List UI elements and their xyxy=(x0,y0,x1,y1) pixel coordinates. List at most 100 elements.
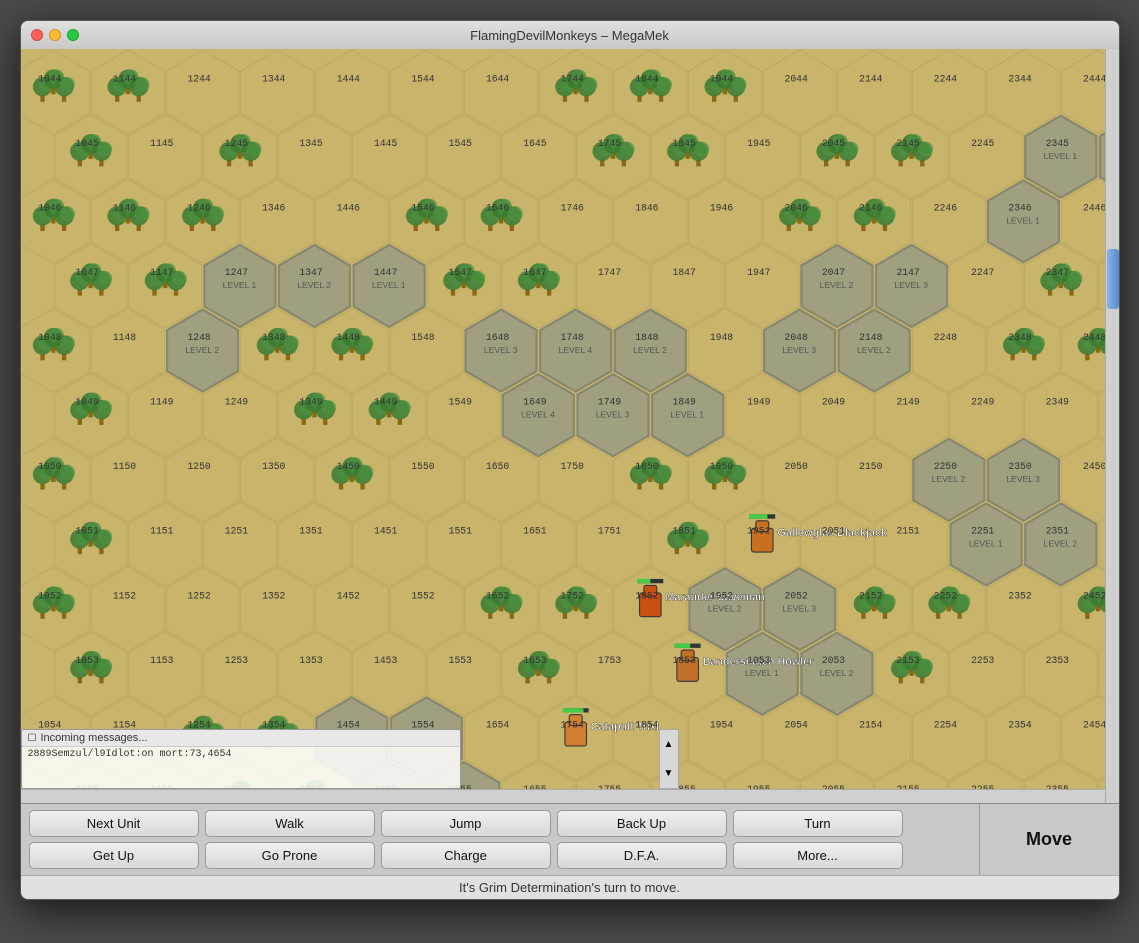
svg-text:2254: 2254 xyxy=(933,720,956,731)
go-prone-button[interactable]: Go Prone xyxy=(205,842,375,869)
button-row-1: Next Unit Walk Jump Back Up Turn xyxy=(29,810,971,837)
svg-text:2253: 2253 xyxy=(971,655,994,666)
svg-text:1654: 1654 xyxy=(485,720,508,731)
svg-text:1652: 1652 xyxy=(485,590,508,601)
walk-button[interactable]: Walk xyxy=(205,810,375,837)
svg-text:2051: 2051 xyxy=(821,526,844,537)
svg-text:1846: 1846 xyxy=(635,203,658,214)
svg-text:2354: 2354 xyxy=(1008,720,1031,731)
svg-text:1147: 1147 xyxy=(150,267,173,278)
svg-text:LEVEL 1: LEVEL 1 xyxy=(1043,151,1077,161)
svg-text:2444: 2444 xyxy=(1083,73,1106,84)
scroll-down-icon[interactable]: ▼ xyxy=(664,768,674,779)
svg-text:LEVEL 2: LEVEL 2 xyxy=(931,474,965,484)
svg-text:1151: 1151 xyxy=(150,526,173,537)
map-area[interactable]: Gallowglas BlackjackMarauder CavemanBand… xyxy=(21,49,1119,803)
svg-text:1649: 1649 xyxy=(523,396,546,407)
svg-text:1451: 1451 xyxy=(374,526,397,537)
svg-text:1152: 1152 xyxy=(112,590,135,601)
svg-text:2344: 2344 xyxy=(1008,73,1031,84)
vertical-scrollbar-thumb[interactable] xyxy=(1107,249,1119,309)
svg-text:1849: 1849 xyxy=(672,396,695,407)
svg-text:1747: 1747 xyxy=(597,267,620,278)
svg-text:2148: 2148 xyxy=(859,332,882,343)
svg-text:1651: 1651 xyxy=(523,526,546,537)
get-up-button[interactable]: Get Up xyxy=(29,842,199,869)
svg-text:1450: 1450 xyxy=(336,461,359,472)
svg-text:1645: 1645 xyxy=(523,138,546,149)
action-buttons: Next Unit Walk Jump Back Up Turn Get Up … xyxy=(21,803,979,875)
svg-text:2450: 2450 xyxy=(1083,461,1106,472)
svg-text:1548: 1548 xyxy=(411,332,434,343)
maximize-button[interactable] xyxy=(67,29,79,41)
svg-text:2144: 2144 xyxy=(859,73,882,84)
svg-text:1049: 1049 xyxy=(75,396,98,407)
main-window: FlamingDevilMonkeys – MegaMek Gallowglas… xyxy=(20,20,1120,900)
svg-text:1948: 1948 xyxy=(709,332,732,343)
svg-text:1853: 1853 xyxy=(672,655,695,666)
more-button[interactable]: More... xyxy=(733,842,903,869)
svg-text:LEVEL 3: LEVEL 3 xyxy=(782,603,816,613)
svg-text:1551: 1551 xyxy=(448,526,471,537)
svg-text:1854: 1854 xyxy=(635,720,658,731)
svg-text:1752: 1752 xyxy=(560,590,583,601)
svg-text:1352: 1352 xyxy=(262,590,285,601)
svg-text:1048: 1048 xyxy=(38,332,61,343)
minimize-button[interactable] xyxy=(49,29,61,41)
close-button[interactable] xyxy=(31,29,43,41)
svg-text:1749: 1749 xyxy=(597,396,620,407)
message-header: ☐ Incoming messages... xyxy=(22,730,460,747)
svg-text:2345: 2345 xyxy=(1045,138,1068,149)
svg-text:1845: 1845 xyxy=(672,138,695,149)
svg-text:LEVEL 2: LEVEL 2 xyxy=(185,345,219,355)
svg-text:1344: 1344 xyxy=(262,73,285,84)
scroll-up-icon[interactable]: ▲ xyxy=(664,739,674,750)
svg-text:1449: 1449 xyxy=(374,396,397,407)
svg-text:1946: 1946 xyxy=(709,203,732,214)
svg-text:1246: 1246 xyxy=(187,203,210,214)
dfa-button[interactable]: D.F.A. xyxy=(557,842,727,869)
svg-text:1446: 1446 xyxy=(336,203,359,214)
message-scroll-arrows[interactable]: ▲ ▼ xyxy=(659,729,679,789)
svg-text:2146: 2146 xyxy=(859,203,882,214)
svg-text:1951: 1951 xyxy=(747,526,770,537)
svg-text:2052: 2052 xyxy=(784,590,807,601)
svg-text:1751: 1751 xyxy=(597,526,620,537)
svg-text:1647: 1647 xyxy=(523,267,546,278)
window-title: FlamingDevilMonkeys – MegaMek xyxy=(470,28,669,43)
svg-text:2053: 2053 xyxy=(821,655,844,666)
svg-text:1650: 1650 xyxy=(485,461,508,472)
svg-text:1348: 1348 xyxy=(262,332,285,343)
svg-text:1544: 1544 xyxy=(411,73,434,84)
svg-text:2349: 2349 xyxy=(1045,396,1068,407)
jump-button[interactable]: Jump xyxy=(381,810,551,837)
turn-button[interactable]: Turn xyxy=(733,810,903,837)
svg-text:1949: 1949 xyxy=(747,396,770,407)
svg-text:1550: 1550 xyxy=(411,461,434,472)
svg-text:1249: 1249 xyxy=(224,396,247,407)
svg-text:1345: 1345 xyxy=(299,138,322,149)
vertical-scrollbar[interactable] xyxy=(1105,49,1119,803)
svg-text:2048: 2048 xyxy=(784,332,807,343)
svg-text:1245: 1245 xyxy=(224,138,247,149)
svg-text:LEVEL 2: LEVEL 2 xyxy=(1043,539,1077,549)
svg-text:2351: 2351 xyxy=(1045,526,1068,537)
svg-text:1050: 1050 xyxy=(38,461,61,472)
svg-text:1445: 1445 xyxy=(374,138,397,149)
svg-text:1346: 1346 xyxy=(262,203,285,214)
svg-text:2446: 2446 xyxy=(1083,203,1106,214)
back-up-button[interactable]: Back Up xyxy=(557,810,727,837)
svg-text:1644: 1644 xyxy=(485,73,508,84)
hex-map[interactable]: Gallowglas BlackjackMarauder CavemanBand… xyxy=(21,49,1119,803)
svg-text:2247: 2247 xyxy=(971,267,994,278)
svg-text:LEVEL 4: LEVEL 4 xyxy=(558,345,592,355)
svg-text:2050: 2050 xyxy=(784,461,807,472)
charge-button[interactable]: Charge xyxy=(381,842,551,869)
horizontal-scrollbar[interactable] xyxy=(21,789,1105,803)
button-row-2: Get Up Go Prone Charge D.F.A. More... xyxy=(29,842,971,869)
svg-text:2047: 2047 xyxy=(821,267,844,278)
svg-text:2454: 2454 xyxy=(1083,720,1106,731)
svg-text:1153: 1153 xyxy=(150,655,173,666)
message-checkbox-icon[interactable]: ☐ xyxy=(28,733,37,744)
next-unit-button[interactable]: Next Unit xyxy=(29,810,199,837)
